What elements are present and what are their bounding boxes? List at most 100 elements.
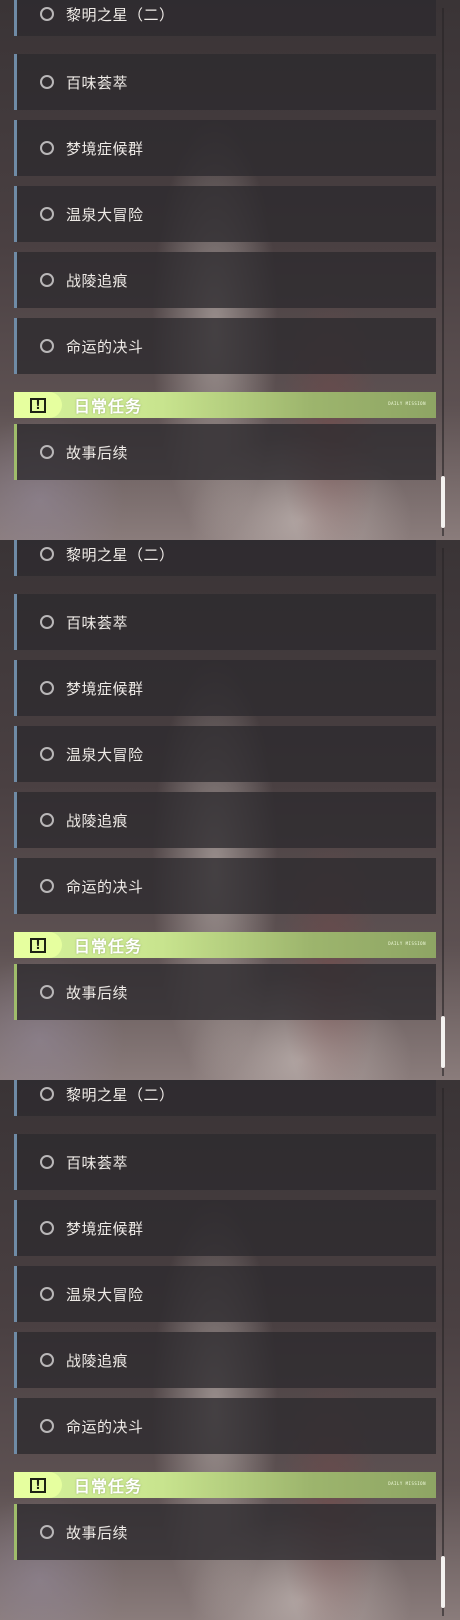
quest-item[interactable]: 温泉大冒险 — [14, 1266, 436, 1322]
radio-unchecked-icon[interactable] — [40, 1525, 54, 1539]
quest-item[interactable]: 百味荟萃 — [14, 594, 436, 650]
item-stripe — [14, 1080, 17, 1116]
section-badge: ! — [14, 932, 62, 958]
radio-unchecked-icon[interactable] — [40, 985, 54, 999]
section-tag: DAILY MISSION — [388, 1481, 426, 1486]
radio-unchecked-icon[interactable] — [40, 75, 54, 89]
quest-item[interactable]: 战陵追痕 — [14, 792, 436, 848]
exclamation-box-icon: ! — [30, 1477, 46, 1493]
item-stripe — [14, 1134, 17, 1190]
item-stripe — [14, 1266, 17, 1322]
quest-label: 百味荟萃 — [66, 613, 129, 632]
quest-item[interactable]: 百味荟萃 — [14, 1134, 436, 1190]
quest-label: 梦境症候群 — [66, 139, 144, 158]
radio-unchecked-icon[interactable] — [40, 615, 54, 629]
radio-unchecked-icon[interactable] — [40, 1087, 54, 1101]
radio-unchecked-icon[interactable] — [40, 141, 54, 155]
radio-unchecked-icon[interactable] — [40, 747, 54, 761]
exclamation-box-icon: ! — [30, 937, 46, 953]
radio-unchecked-icon[interactable] — [40, 1221, 54, 1235]
quest-label: 故事后续 — [66, 1523, 129, 1542]
daily-quest-item[interactable]: 故事后续 — [14, 964, 436, 1020]
quest-list: 黎明之星（二） 百味荟萃 梦境症候群 温泉大冒险 战陵追痕 命运的决斗 ! 日常… — [0, 1080, 460, 1620]
quest-list: 黎明之星（二） 百味荟萃 梦境症候群 温泉大冒险 战陵追痕 命运的决斗 ! 日常… — [0, 0, 460, 540]
quest-label: 命运的决斗 — [66, 1417, 144, 1436]
section-title: 日常任务 — [74, 397, 143, 416]
radio-unchecked-icon[interactable] — [40, 207, 54, 221]
item-stripe — [14, 424, 17, 480]
section-title: 日常任务 — [74, 1477, 143, 1496]
quest-label: 故事后续 — [66, 443, 129, 462]
section-tag: DAILY MISSION — [388, 941, 426, 946]
quest-label: 故事后续 — [66, 983, 129, 1002]
item-stripe — [14, 858, 17, 914]
quest-label: 温泉大冒险 — [66, 1285, 144, 1304]
quest-label: 温泉大冒险 — [66, 745, 144, 764]
quest-item[interactable]: 战陵追痕 — [14, 1332, 436, 1388]
scrollbar-track[interactable] — [442, 548, 444, 1076]
item-stripe — [14, 0, 17, 36]
radio-unchecked-icon[interactable] — [40, 813, 54, 827]
quest-label: 黎明之星（二） — [66, 545, 175, 564]
quest-item[interactable]: 命运的决斗 — [14, 318, 436, 374]
quest-label: 百味荟萃 — [66, 1153, 129, 1172]
radio-unchecked-icon[interactable] — [40, 681, 54, 695]
quest-item[interactable]: 梦境症候群 — [14, 1200, 436, 1256]
daily-quest-item[interactable]: 故事后续 — [14, 1504, 436, 1560]
panel: 黎明之星（二） 百味荟萃 梦境症候群 温泉大冒险 战陵追痕 命运的决斗 ! 日常… — [0, 0, 460, 540]
quest-item[interactable]: 黎明之星（二） — [14, 540, 436, 576]
radio-unchecked-icon[interactable] — [40, 1419, 54, 1433]
radio-unchecked-icon[interactable] — [40, 1353, 54, 1367]
item-stripe — [14, 54, 17, 110]
quest-label: 梦境症候群 — [66, 679, 144, 698]
panel: 黎明之星（二） 百味荟萃 梦境症候群 温泉大冒险 战陵追痕 命运的决斗 ! 日常… — [0, 1080, 460, 1620]
item-stripe — [14, 120, 17, 176]
quest-label: 黎明之星（二） — [66, 5, 175, 24]
scrollbar-thumb[interactable] — [441, 476, 445, 528]
quest-item[interactable]: 温泉大冒险 — [14, 726, 436, 782]
item-stripe — [14, 594, 17, 650]
radio-unchecked-icon[interactable] — [40, 339, 54, 353]
radio-unchecked-icon[interactable] — [40, 7, 54, 21]
item-stripe — [14, 186, 17, 242]
quest-item[interactable]: 梦境症候群 — [14, 120, 436, 176]
quest-item[interactable]: 梦境症候群 — [14, 660, 436, 716]
item-stripe — [14, 1200, 17, 1256]
scrollbar-thumb[interactable] — [441, 1556, 445, 1608]
item-stripe — [14, 964, 17, 1020]
scrollbar-track[interactable] — [442, 8, 444, 536]
item-stripe — [14, 660, 17, 716]
section-badge: ! — [14, 1472, 62, 1498]
quest-item[interactable]: 命运的决斗 — [14, 858, 436, 914]
quest-list: 黎明之星（二） 百味荟萃 梦境症候群 温泉大冒险 战陵追痕 命运的决斗 ! 日常… — [0, 540, 460, 1080]
radio-unchecked-icon[interactable] — [40, 445, 54, 459]
daily-quest-item[interactable]: 故事后续 — [14, 424, 436, 480]
quest-item[interactable]: 命运的决斗 — [14, 1398, 436, 1454]
quest-item[interactable]: 战陵追痕 — [14, 252, 436, 308]
section-title: 日常任务 — [74, 937, 143, 956]
quest-item[interactable]: 百味荟萃 — [14, 54, 436, 110]
item-stripe — [14, 318, 17, 374]
daily-section-header[interactable]: ! 日常任务 DAILY MISSION — [14, 932, 436, 958]
daily-section-header[interactable]: ! 日常任务 DAILY MISSION — [14, 1472, 436, 1498]
item-stripe — [14, 252, 17, 308]
item-stripe — [14, 540, 17, 576]
radio-unchecked-icon[interactable] — [40, 1287, 54, 1301]
quest-label: 梦境症候群 — [66, 1219, 144, 1238]
item-stripe — [14, 792, 17, 848]
radio-unchecked-icon[interactable] — [40, 879, 54, 893]
radio-unchecked-icon[interactable] — [40, 547, 54, 561]
item-stripe — [14, 1332, 17, 1388]
radio-unchecked-icon[interactable] — [40, 1155, 54, 1169]
radio-unchecked-icon[interactable] — [40, 273, 54, 287]
quest-label: 黎明之星（二） — [66, 1085, 175, 1104]
scrollbar-thumb[interactable] — [441, 1016, 445, 1068]
quest-item[interactable]: 温泉大冒险 — [14, 186, 436, 242]
daily-section-header[interactable]: ! 日常任务 DAILY MISSION — [14, 392, 436, 418]
quest-item[interactable]: 黎明之星（二） — [14, 0, 436, 36]
item-stripe — [14, 726, 17, 782]
quest-item[interactable]: 黎明之星（二） — [14, 1080, 436, 1116]
item-stripe — [14, 1504, 17, 1560]
scrollbar-track[interactable] — [442, 1088, 444, 1616]
quest-label: 命运的决斗 — [66, 877, 144, 896]
